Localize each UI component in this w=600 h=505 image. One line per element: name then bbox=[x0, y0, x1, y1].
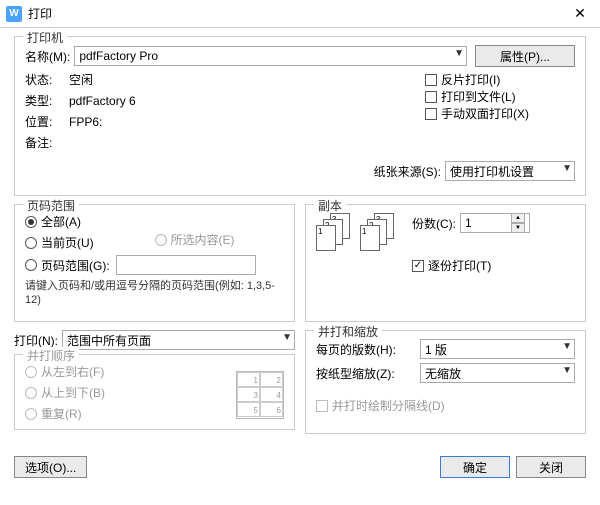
page-range-radio[interactable]: 页码范围(G): bbox=[25, 255, 284, 275]
paper-source-select[interactable]: 使用打印机设置 ▼ bbox=[445, 161, 575, 181]
copies-spinner[interactable]: ▲▼ bbox=[460, 213, 530, 233]
all-pages-radio[interactable]: 全部(A) bbox=[25, 213, 155, 230]
copies-input[interactable] bbox=[461, 214, 511, 232]
copies-title: 副本 bbox=[314, 197, 346, 214]
options-button[interactable]: 选项(O)... bbox=[14, 456, 87, 478]
collate-diagram-icon-2: 3 2 1 bbox=[360, 213, 398, 251]
zoom-group: 并打和缩放 每页的版数(H): 1 版▼ 按纸型缩放(Z): 无缩放▼ 并打时绘… bbox=[305, 330, 586, 434]
print-order-title: 并打顺序 bbox=[23, 347, 79, 364]
pages-per-sheet-select[interactable]: 1 版▼ bbox=[420, 339, 575, 359]
page-range-hint: 请键入页码和/或用逗号分隔的页码范围(例如: 1,3,5-12) bbox=[25, 279, 284, 308]
printer-name-value: pdfFactory Pro bbox=[79, 49, 158, 63]
current-page-radio[interactable]: 当前页(U) bbox=[25, 234, 155, 251]
paper-source-label: 纸张来源(S): bbox=[374, 163, 441, 180]
close-icon[interactable]: ✕ bbox=[566, 5, 594, 22]
print-order-group: 并打顺序 从左到右(F) 从上到下(B) 重复(R) 123456 bbox=[14, 354, 295, 430]
reverse-print-checkbox[interactable]: 反片打印(I) bbox=[425, 71, 575, 88]
zoom-title: 并打和缩放 bbox=[314, 323, 382, 340]
collate-checkbox[interactable]: ✓逐份打印(T) bbox=[412, 257, 575, 274]
comment-label: 备注: bbox=[25, 134, 65, 151]
collate-diagram-icon: 3 2 1 bbox=[316, 213, 354, 251]
title-bar: W 打印 ✕ bbox=[0, 0, 600, 28]
properties-button[interactable]: 属性(P)... bbox=[475, 45, 575, 67]
print-what-label: 打印(N): bbox=[14, 332, 58, 349]
manual-duplex-checkbox[interactable]: 手动双面打印(X) bbox=[425, 105, 575, 122]
top-to-bottom-radio: 从上到下(B) bbox=[25, 384, 236, 401]
location-value: FPP6: bbox=[69, 115, 102, 129]
page-range-group: 页码范围 全部(A) 当前页(U) 所选内容(E) 页码范围(G): 请键入页码… bbox=[14, 204, 295, 322]
printer-group: 打印机 名称(M): pdfFactory Pro ▼ 属性(P)... 状态:… bbox=[14, 36, 586, 196]
copies-group: 副本 3 2 1 3 2 1 份数(C): bbox=[305, 204, 586, 322]
ok-button[interactable]: 确定 bbox=[440, 456, 510, 478]
name-label: 名称(M): bbox=[25, 48, 70, 65]
order-diagram-icon: 123456 bbox=[236, 371, 284, 419]
print-to-file-checkbox[interactable]: 打印到文件(L) bbox=[425, 88, 575, 105]
page-range-title: 页码范围 bbox=[23, 197, 79, 214]
location-label: 位置: bbox=[25, 113, 65, 130]
dialog-footer: 选项(O)... 确定 关闭 bbox=[0, 450, 600, 484]
status-value: 空闲 bbox=[69, 71, 93, 88]
close-button[interactable]: 关闭 bbox=[516, 456, 586, 478]
printer-group-title: 打印机 bbox=[23, 29, 67, 46]
left-to-right-radio: 从左到右(F) bbox=[25, 363, 236, 380]
app-logo-icon: W bbox=[6, 6, 22, 22]
draw-separator-checkbox: 并打时绘制分隔线(D) bbox=[316, 397, 575, 414]
copies-label: 份数(C): bbox=[412, 215, 456, 232]
window-title: 打印 bbox=[28, 5, 52, 22]
printer-name-select[interactable]: pdfFactory Pro ▼ bbox=[74, 46, 467, 66]
type-label: 类型: bbox=[25, 92, 65, 109]
page-range-input[interactable] bbox=[116, 255, 256, 275]
type-value: pdfFactory 6 bbox=[69, 94, 136, 108]
selection-radio: 所选内容(E) bbox=[155, 231, 285, 248]
print-what-select[interactable]: 范围中所有页面 ▼ bbox=[62, 330, 295, 350]
scale-select[interactable]: 无缩放▼ bbox=[420, 363, 575, 383]
scale-label: 按纸型缩放(Z): bbox=[316, 365, 416, 382]
repeat-radio: 重复(R) bbox=[25, 405, 236, 422]
status-label: 状态: bbox=[25, 71, 65, 88]
pages-per-sheet-label: 每页的版数(H): bbox=[316, 341, 416, 358]
